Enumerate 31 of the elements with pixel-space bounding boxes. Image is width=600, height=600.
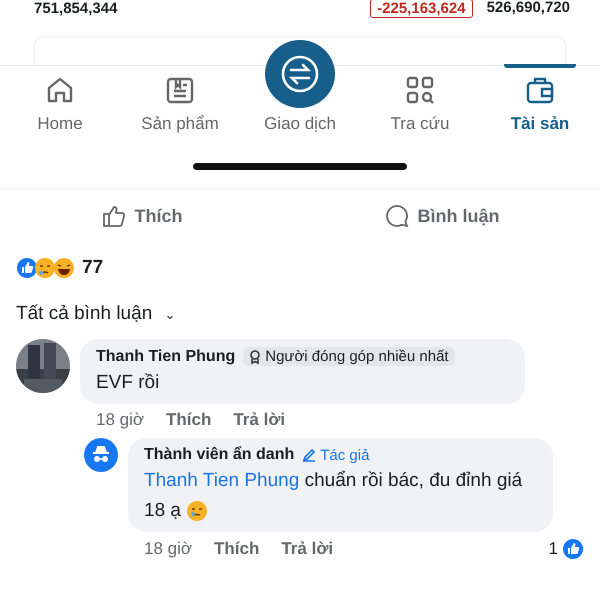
anonymous-avatar-icon[interactable]	[84, 438, 118, 472]
nav-tab[interactable]: Giao dịch	[240, 40, 360, 144]
nav-tab[interactable]: Tra cứu	[360, 66, 480, 144]
comment-filter-dropdown[interactable]: Tất cả bình luận ⌄	[16, 303, 176, 325]
comment-text: Thanh Tien Phung chuẩn rồi bác, đu đỉnh giá 18 ạ	[144, 469, 524, 524]
comment-time: 18 giờ	[96, 410, 144, 430]
author-name[interactable]: Thanh Tien Phung	[96, 348, 236, 366]
grid-search-icon	[404, 74, 436, 106]
like-link[interactable]: Thích	[214, 539, 260, 559]
nav-tab[interactable]: Sản phẩm	[120, 66, 240, 144]
balance-value: 751,854,344	[34, 0, 118, 16]
author-name[interactable]: Thành viên ẩn danh	[144, 446, 294, 464]
comment-text: EVF rồi	[96, 371, 160, 395]
change-value: -225,163,624	[370, 0, 473, 18]
reply-link[interactable]: Trả lời	[281, 539, 334, 559]
contributor-badge: Người đóng góp nhiều nhất	[243, 347, 455, 366]
thumbs-up-icon	[100, 203, 126, 229]
reaction-count: 77	[82, 257, 104, 279]
comment-button[interactable]: Bình luận	[384, 203, 500, 229]
like-icon	[562, 538, 584, 560]
nav-tab[interactable]: Home	[0, 66, 120, 144]
mention-link[interactable]: Thanh Tien Phung	[144, 470, 300, 491]
total-value: 526,690,720	[486, 0, 570, 18]
like-button[interactable]: Thích	[100, 203, 182, 229]
reply-link[interactable]: Trả lời	[233, 410, 286, 430]
like-count: 1	[548, 539, 558, 559]
author-badge: Tác giả	[302, 446, 370, 464]
speech-bubble-icon	[384, 203, 410, 229]
like-link[interactable]: Thích	[166, 410, 212, 430]
nav-tab[interactable]: Tài sản	[480, 66, 600, 144]
comment-time: 18 giờ	[144, 539, 192, 559]
